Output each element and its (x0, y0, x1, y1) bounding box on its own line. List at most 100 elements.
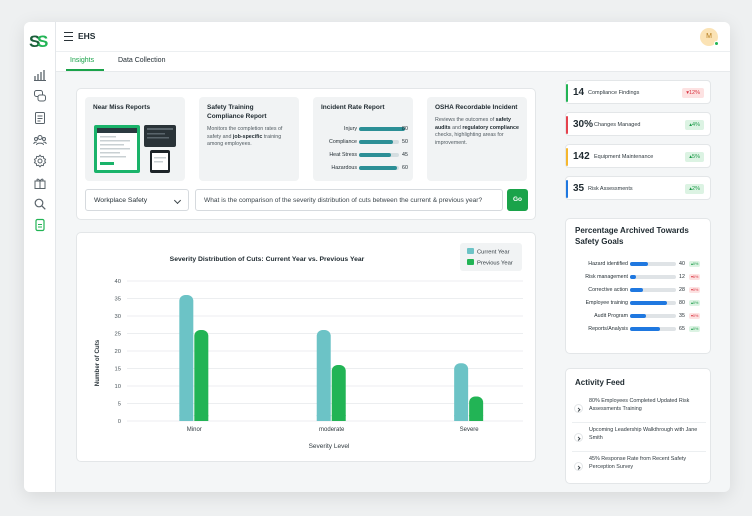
incident-bar-value: 45 (402, 152, 408, 158)
report-description: Monitors the completion rates of safety … (207, 126, 283, 147)
category-select-value: Workplace Safety (94, 197, 148, 204)
x-axis-label: Severity Level (309, 443, 350, 450)
active-tab-indicator (66, 69, 104, 71)
goal-progress-fill (630, 314, 647, 318)
kpi-accent-bar (566, 84, 568, 102)
y-tick-label: 30 (115, 314, 121, 320)
goal-row: Corrective action 28 ▾0% (566, 285, 712, 297)
search-icon[interactable] (33, 197, 47, 211)
top-bar: EHS M (56, 22, 730, 52)
kpi-card[interactable]: 35 Risk Assessments ▴2% (565, 176, 711, 200)
activity-feed-item[interactable]: 80% Employees Completed Updated Risk Ass… (572, 395, 706, 423)
goal-label: Hazard identified (588, 261, 628, 267)
kpi-card[interactable]: 142 Equipment Maintenance ▴5% (565, 144, 711, 168)
chat-icon[interactable] (33, 89, 47, 103)
goal-progress-track (630, 275, 676, 279)
incident-bar-track (359, 153, 399, 157)
app-window: S S EHS M Insights Data Collection Near … (24, 22, 730, 492)
safety-goals-card: Percentage Archived Towards Safety Goals… (565, 218, 711, 354)
incident-bar-fill (359, 127, 405, 131)
chart-card: Severity Distribution of Cuts: Current Y… (76, 232, 536, 462)
sidebar-rail: S S (24, 22, 56, 492)
question-input[interactable]: What is the comparison of the severity d… (195, 189, 503, 211)
goal-row: Hazard identified 40 ▴0% (566, 259, 712, 271)
team-icon[interactable] (33, 133, 47, 147)
activity-feed-text: 80% Employees Completed Updated Risk Ass… (589, 398, 690, 412)
goal-value: 40 (679, 261, 685, 267)
report-title: Safety Training Compliance Report (207, 104, 267, 120)
chart-bar-base (331, 415, 346, 421)
report-icon[interactable] (33, 111, 47, 125)
chart-bar (331, 365, 346, 421)
incident-bar-track (359, 127, 405, 131)
goal-progress-track (630, 327, 676, 331)
tab-data-collection[interactable]: Data Collection (118, 57, 165, 64)
near-miss-report-tile[interactable]: Near Miss Reports (85, 97, 185, 181)
incident-bar-label: Heat Stress (329, 152, 357, 158)
chevron-right-icon (574, 462, 583, 471)
activity-feed-text: Upcoming Leadership Walkthrough with Jan… (589, 427, 698, 441)
tab-insights[interactable]: Insights (70, 57, 94, 64)
safety-icon[interactable] (33, 218, 47, 232)
activity-feed-item[interactable]: Upcoming Leadership Walkthrough with Jan… (572, 424, 706, 452)
goal-label: Reports/Analysis (588, 326, 628, 332)
avatar[interactable]: M (700, 28, 719, 46)
severity-bar-chart: Severity Distribution of Cuts: Current Y… (94, 243, 523, 450)
gift-icon[interactable] (33, 176, 47, 190)
osha-report-tile[interactable]: OSHA Recordable Incident Reviews the out… (427, 97, 527, 181)
safety-goals-title: Percentage Archived Towards Safety Goals (575, 226, 689, 246)
activity-feed-item[interactable]: 45% Response Rate from Recent Safety Per… (572, 453, 706, 481)
kpi-value: 142 (573, 151, 590, 162)
goal-value: 35 (679, 313, 685, 319)
goal-progress-track (630, 262, 676, 266)
menu-icon[interactable] (64, 32, 73, 41)
incident-bar-value: 80 (402, 126, 408, 132)
right-panel-header (552, 52, 730, 72)
goal-value: 80 (679, 300, 685, 306)
report-description: Reviews the outcomes of safety audits an… (435, 117, 519, 146)
brand-logo[interactable]: S S (29, 31, 51, 51)
y-tick-label: 15 (115, 367, 121, 373)
go-button[interactable]: Go (507, 189, 528, 211)
goal-row: Risk management 12 ▾6% (566, 272, 712, 284)
kpi-label: Risk Assessments (588, 186, 633, 192)
category-select[interactable]: Workplace Safety (85, 189, 189, 211)
chart-bar-base (454, 415, 469, 421)
settings-icon[interactable] (33, 154, 47, 168)
goal-label: Risk management (585, 274, 628, 280)
chart-bar-base (194, 415, 209, 421)
kpi-card[interactable]: 30% Changes Managed ▴4% (565, 112, 711, 136)
incident-bar-value: 50 (402, 139, 408, 145)
chart-bar-base (469, 415, 484, 421)
goal-value: 65 (679, 326, 685, 332)
chart-bar-base (179, 415, 194, 421)
chart-bar (179, 295, 194, 421)
safety-training-report-tile[interactable]: Safety Training Compliance Report Monito… (199, 97, 299, 181)
goal-change-badge: ▾6% (689, 274, 701, 280)
kpi-change-badge: ▾12% (682, 88, 704, 98)
activity-feed-card: Activity Feed 80% Employees Completed Up… (565, 368, 711, 484)
report-title: OSHA Recordable Incident (435, 104, 518, 111)
goal-label: Audit Program (594, 313, 628, 319)
kpi-accent-bar (566, 116, 568, 134)
svg-text:S: S (37, 32, 48, 51)
goal-value: 12 (679, 274, 685, 280)
goal-change-badge: ▾0% (689, 287, 701, 293)
dashboard-chart-icon[interactable] (33, 68, 47, 82)
app-title: EHS (78, 31, 96, 41)
legend-swatch-current (467, 248, 474, 254)
incident-bar-row: Injury 80 (313, 125, 413, 134)
chevron-right-icon (574, 433, 583, 442)
kpi-label: Changes Managed (594, 122, 641, 128)
goal-label: Employee training (585, 300, 628, 306)
goal-progress-fill (630, 275, 636, 279)
kpi-card[interactable]: 14 Compliance Findings ▾12% (565, 80, 711, 104)
kpi-label: Compliance Findings (588, 90, 640, 96)
online-status-dot (714, 41, 719, 46)
legend-label-current: Current Year (477, 250, 510, 256)
kpi-value: 14 (573, 87, 585, 98)
incident-rate-report-tile[interactable]: Incident Rate Report Injury 80 Compliance 5… (313, 97, 413, 181)
kpi-change-badge: ▴2% (685, 184, 704, 194)
avatar-initial: M (706, 33, 712, 40)
incident-bar-track (359, 140, 399, 144)
